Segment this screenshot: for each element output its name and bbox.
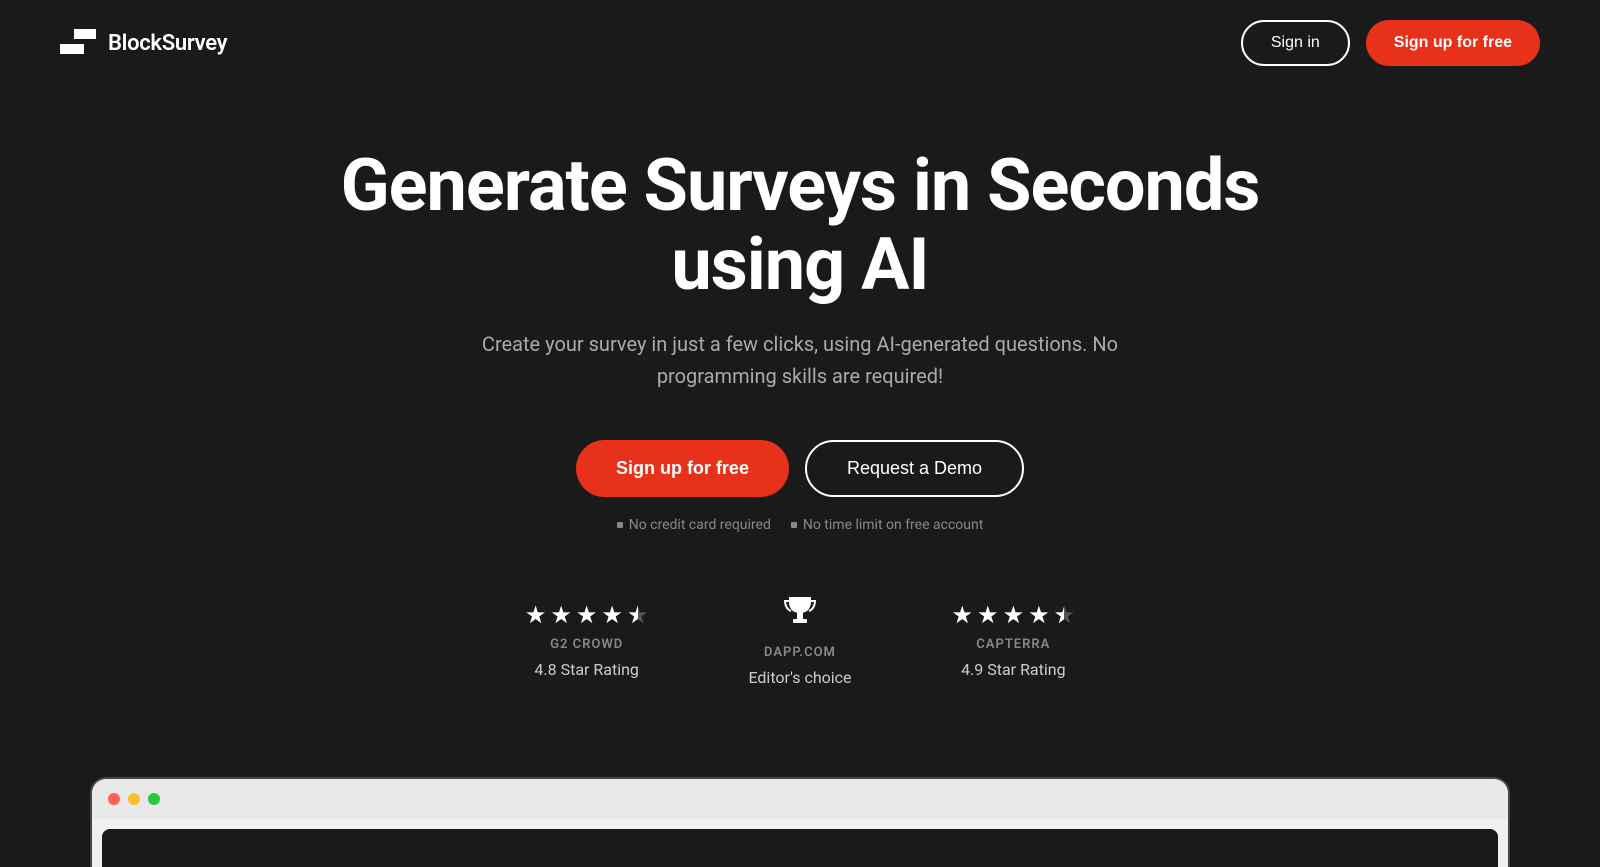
star-1: ★ bbox=[525, 601, 547, 629]
window-dot-red bbox=[108, 793, 120, 805]
note-no-time-limit: No time limit on free account bbox=[791, 517, 983, 533]
star-c4: ★ bbox=[1028, 601, 1050, 629]
note-dot-2 bbox=[791, 522, 797, 528]
dappcom-label: Editor's choice bbox=[748, 668, 851, 687]
logo[interactable]: BlockSurvey bbox=[60, 29, 227, 57]
note-text-2: No time limit on free account bbox=[803, 517, 983, 533]
rating-dappcom: DAPP.COM Editor's choice bbox=[748, 593, 851, 687]
window-dot-yellow bbox=[128, 793, 140, 805]
g2crowd-label: 4.8 Star Rating bbox=[534, 660, 639, 679]
rating-capterra: ★ ★ ★ ★ ★ ★ CAPTERRA 4.9 Star Rating bbox=[952, 601, 1076, 679]
g2crowd-source: G2 CROWD bbox=[550, 637, 623, 652]
note-no-credit-card: No credit card required bbox=[617, 517, 771, 533]
g2crowd-stars: ★ ★ ★ ★ ★ ★ bbox=[525, 601, 649, 629]
star-half: ★ ★ bbox=[627, 601, 649, 629]
capterra-stars: ★ ★ ★ ★ ★ ★ bbox=[952, 601, 1076, 629]
nav-buttons: Sign in Sign up for free bbox=[1241, 20, 1540, 66]
window-dot-green bbox=[148, 793, 160, 805]
demo-button[interactable]: Request a Demo bbox=[805, 440, 1024, 497]
star-4: ★ bbox=[601, 601, 623, 629]
hero-section: Generate Surveys in Seconds using AI Cre… bbox=[0, 86, 1600, 777]
preview-window-content bbox=[102, 829, 1498, 867]
hero-subtitle: Create your survey in just a few clicks,… bbox=[440, 328, 1160, 392]
cta-buttons: Sign up for free Request a Demo bbox=[576, 440, 1024, 497]
logo-text: BlockSurvey bbox=[108, 31, 227, 56]
note-text-1: No credit card required bbox=[629, 517, 771, 533]
star-c-half: ★ ★ bbox=[1054, 601, 1076, 629]
star-2: ★ bbox=[550, 601, 572, 629]
note-dot-1 bbox=[617, 522, 623, 528]
dappcom-source: DAPP.COM bbox=[764, 645, 836, 660]
navbar: BlockSurvey Sign in Sign up for free bbox=[0, 0, 1600, 86]
star-c1: ★ bbox=[952, 601, 974, 629]
star-c3: ★ bbox=[1003, 601, 1025, 629]
rating-g2crowd: ★ ★ ★ ★ ★ ★ G2 CROWD 4.8 Star Rating bbox=[525, 601, 649, 679]
logo-icon bbox=[60, 29, 96, 57]
preview-container bbox=[0, 777, 1600, 867]
signup-nav-button[interactable]: Sign up for free bbox=[1366, 20, 1540, 66]
signup-hero-button[interactable]: Sign up for free bbox=[576, 440, 789, 497]
capterra-source: CAPTERRA bbox=[976, 637, 1050, 652]
preview-window-titlebar bbox=[92, 779, 1508, 819]
hero-title: Generate Surveys in Seconds using AI bbox=[300, 146, 1300, 304]
cta-notes: No credit card required No time limit on… bbox=[617, 517, 984, 533]
trophy-icon bbox=[782, 593, 818, 637]
ratings-section: ★ ★ ★ ★ ★ ★ G2 CROWD 4.8 Star Rating bbox=[525, 593, 1075, 687]
preview-window bbox=[90, 777, 1510, 867]
star-c2: ★ bbox=[977, 601, 999, 629]
signin-button[interactable]: Sign in bbox=[1241, 20, 1350, 66]
capterra-label: 4.9 Star Rating bbox=[961, 660, 1066, 679]
star-3: ★ bbox=[576, 601, 598, 629]
